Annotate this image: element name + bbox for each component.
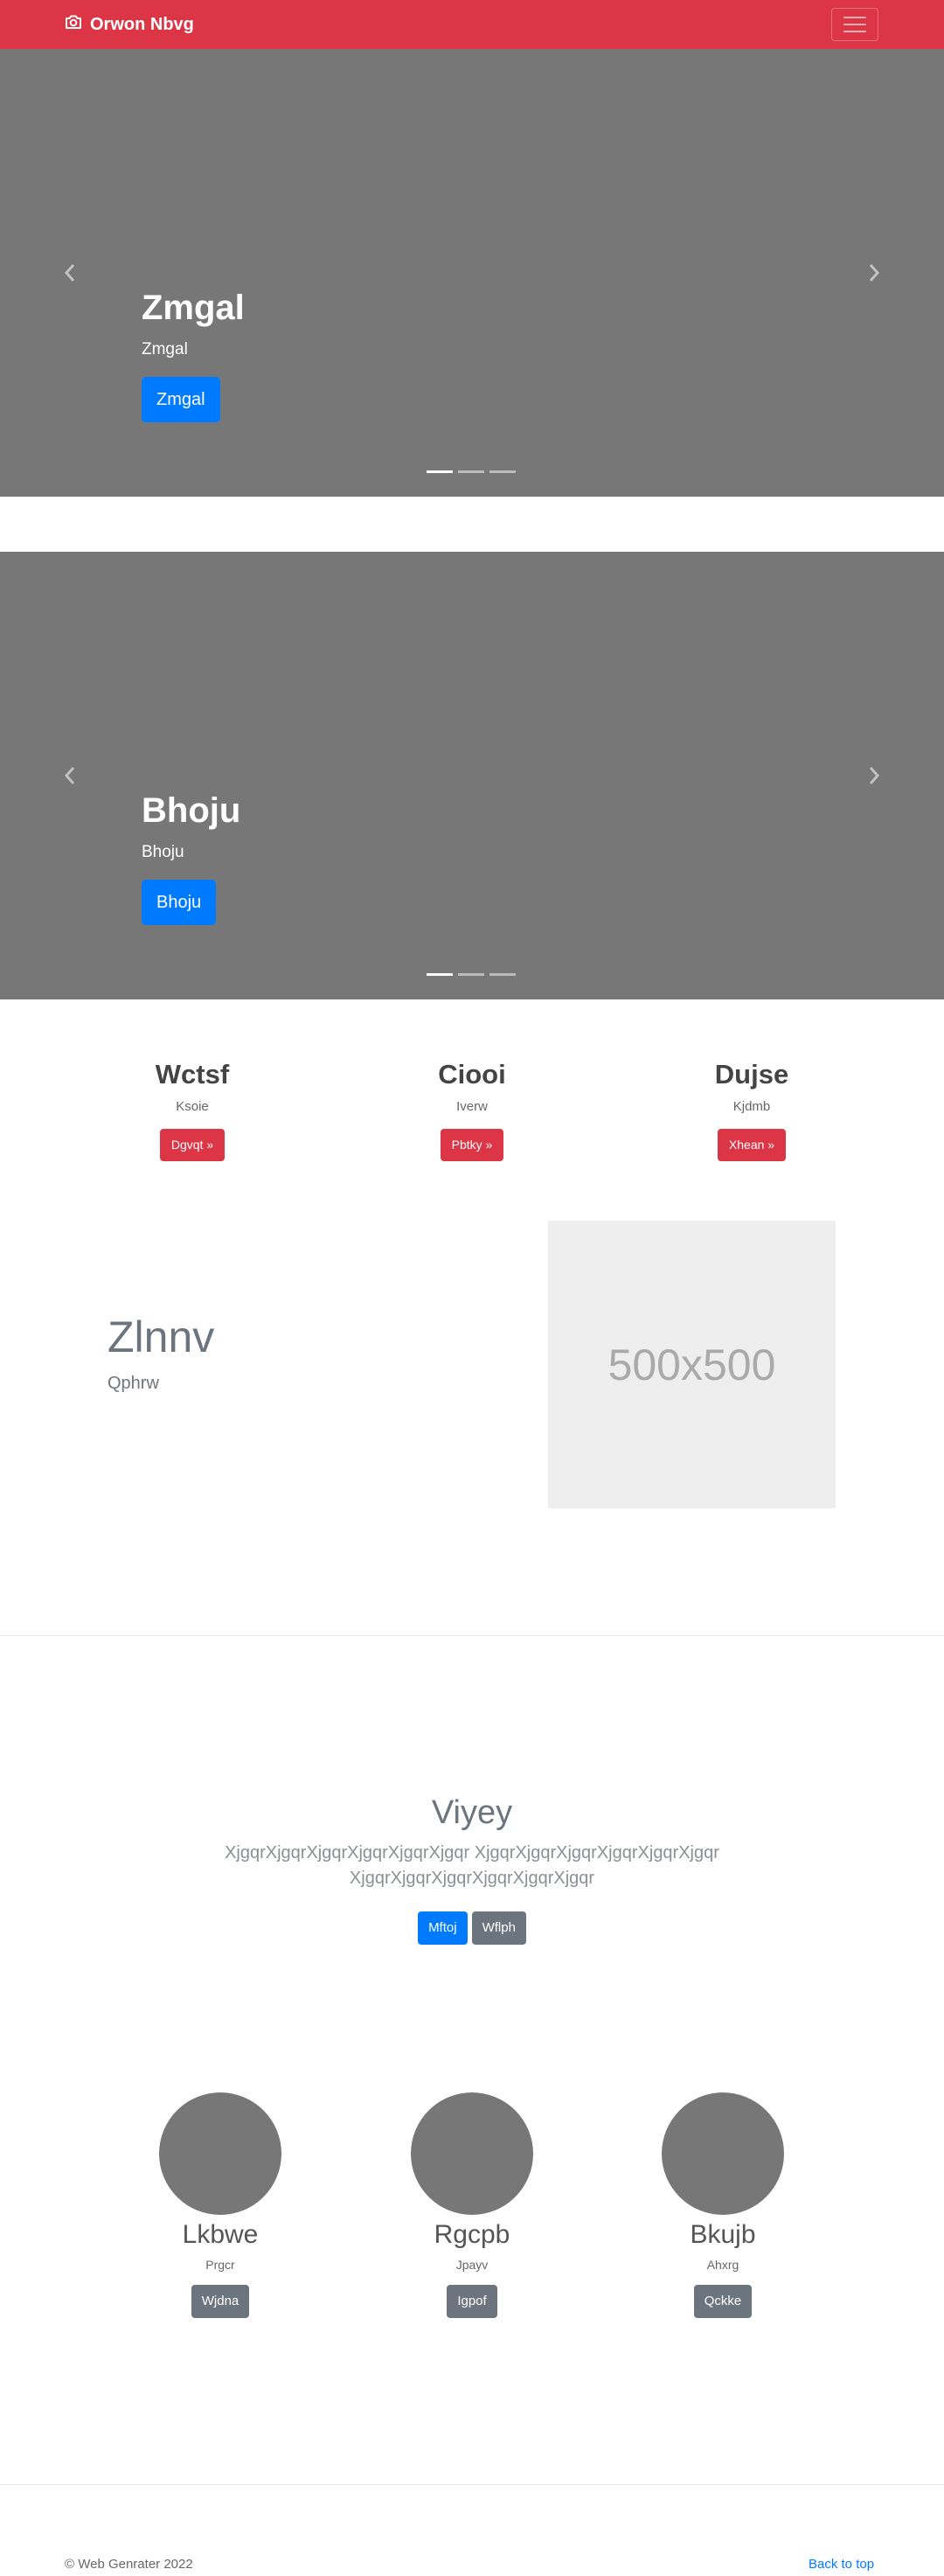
column-card: Wctsf Ksoie Dgvqt » xyxy=(105,1061,280,1161)
jumbotron-secondary-button[interactable]: Wflph xyxy=(471,1911,526,1945)
jumbotron-heading: Viyey xyxy=(431,1794,513,1831)
column-button[interactable]: Pbtky » xyxy=(440,1129,504,1161)
carousel-prev-button[interactable] xyxy=(26,49,114,497)
team-member-button[interactable]: Igpof xyxy=(447,2285,497,2318)
team-member-button[interactable]: Qckke xyxy=(693,2285,753,2318)
hero-carousel-2: Bhoju Bhoju Bhoju xyxy=(0,552,944,999)
column-card: Ciooi Iverw Pbtky » xyxy=(385,1061,559,1161)
divider xyxy=(0,1635,944,1636)
carousel-indicators xyxy=(427,973,516,976)
column-heading: Wctsf xyxy=(155,1059,230,1090)
carousel-indicator-1[interactable] xyxy=(427,470,453,473)
chevron-left-icon xyxy=(64,264,75,282)
carousel-next-button[interactable] xyxy=(830,49,918,497)
team-member-role: Jpayv xyxy=(455,2258,489,2272)
hero-carousel-1: Zmgal Zmgal Zmgal xyxy=(0,49,944,497)
carousel-next-button[interactable] xyxy=(830,552,918,999)
carousel-indicators xyxy=(427,470,516,473)
column-heading: Dujse xyxy=(714,1059,789,1090)
carousel-cta-button[interactable]: Zmgal xyxy=(142,377,220,422)
chevron-left-icon xyxy=(64,767,75,784)
team-member-name: Lkbwe xyxy=(182,2220,259,2249)
carousel-indicator-3[interactable] xyxy=(489,470,516,473)
carousel-indicator-3[interactable] xyxy=(489,973,516,976)
jumbotron-primary-button[interactable]: Mftoj xyxy=(418,1911,468,1945)
chevron-right-icon xyxy=(869,264,880,282)
column-card: Dujse Kjdmb Xhean » xyxy=(664,1061,839,1161)
avatar xyxy=(159,2092,281,2215)
featurette-subheading: Qphrw xyxy=(108,1374,159,1393)
carousel-caption: Zmgal Zmgal Zmgal xyxy=(142,290,245,422)
column-button[interactable]: Xhean » xyxy=(717,1129,787,1161)
brand-name: Orwon Nbvg xyxy=(90,14,194,34)
placeholder-image: 500x500 xyxy=(548,1221,836,1508)
column-button[interactable]: Dgvqt » xyxy=(159,1129,226,1161)
team-member: Lkbwe Prgcr Wjdna xyxy=(133,2092,308,2318)
carousel-prev-button[interactable] xyxy=(26,552,114,999)
team-member-role: Prgcr xyxy=(205,2258,235,2272)
carousel-cta-button[interactable]: Bhoju xyxy=(142,880,217,925)
footer-copyright: © Web Genrater 2022 xyxy=(65,2557,193,2572)
camera-icon xyxy=(65,14,90,35)
jumbotron-buttons: Mftoj Wflph xyxy=(0,1911,944,1945)
jumbotron-text: XjgqrXjgqrXjgqrXjgqrXjgqrXjgqr XjgqrXjgq… xyxy=(225,1843,719,1888)
team-member-name: Bkujb xyxy=(690,2220,756,2249)
carousel-caption: Bhoju Bhoju Bhoju xyxy=(142,793,240,925)
back-to-top-link[interactable]: Back to top xyxy=(809,2558,874,2571)
team-member-button[interactable]: Wjdna xyxy=(191,2285,250,2318)
hamburger-icon-line xyxy=(843,31,866,32)
chevron-right-icon xyxy=(869,767,880,784)
featurette-heading: Zlnnv xyxy=(108,1312,215,1361)
carousel-subheading: Bhoju xyxy=(142,843,184,861)
navbar-brand[interactable]: Orwon Nbvg xyxy=(65,0,194,49)
hamburger-icon-line xyxy=(843,24,866,25)
navbar: Orwon Nbvg xyxy=(0,0,944,49)
navbar-toggler-button[interactable] xyxy=(831,8,878,41)
column-text: Iverw xyxy=(456,1099,488,1114)
carousel-heading: Bhoju xyxy=(142,791,241,830)
hamburger-icon xyxy=(843,17,866,18)
divider xyxy=(0,2484,944,2485)
avatar xyxy=(662,2092,784,2215)
carousel-subheading: Zmgal xyxy=(142,340,188,359)
team-member-role: Ahxrg xyxy=(706,2258,739,2272)
team-member: Bkujb Ahxrg Qckke xyxy=(635,2092,810,2318)
column-text: Ksoie xyxy=(176,1099,209,1114)
column-heading: Ciooi xyxy=(438,1059,506,1090)
carousel-indicator-1[interactable] xyxy=(427,973,453,976)
carousel-indicator-2[interactable] xyxy=(458,470,484,473)
carousel-heading: Zmgal xyxy=(142,289,245,327)
carousel-indicator-2[interactable] xyxy=(458,973,484,976)
team-member-name: Rgcpb xyxy=(434,2220,510,2249)
team-member: Rgcpb Jpayv Igpof xyxy=(385,2092,559,2318)
avatar xyxy=(411,2092,533,2215)
column-text: Kjdmb xyxy=(732,1099,771,1114)
